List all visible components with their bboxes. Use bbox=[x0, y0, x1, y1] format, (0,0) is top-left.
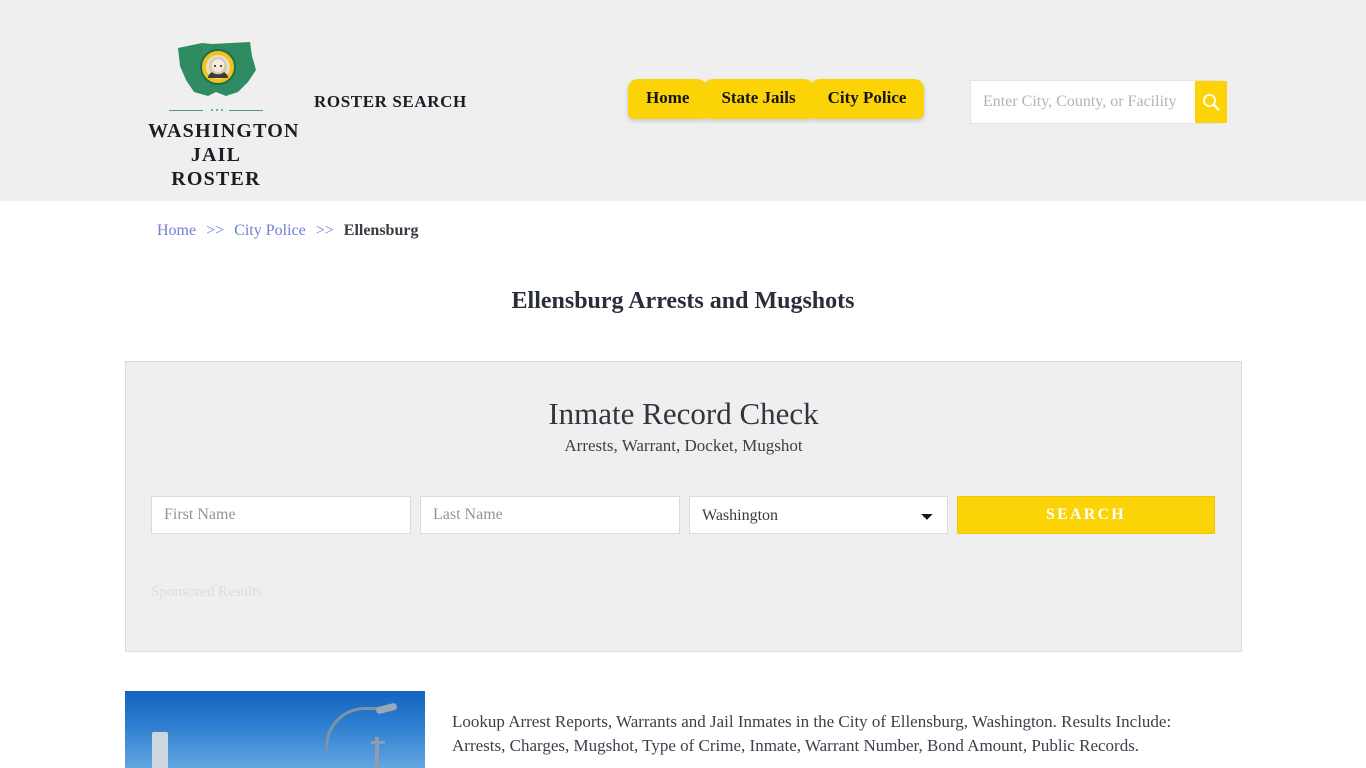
roadside-sign-icon bbox=[152, 732, 168, 768]
breadcrumb-current: Ellensburg bbox=[343, 222, 419, 239]
site-header: WASHINGTON JAIL ROSTER ROSTER SEARCH Hom… bbox=[0, 0, 1366, 201]
panel-subtitle: Arrests, Warrant, Docket, Mugshot bbox=[564, 436, 803, 455]
breadcrumb: Home >> City Police >> Ellensburg bbox=[157, 221, 418, 241]
breadcrumb-separator: >> bbox=[315, 222, 334, 239]
washington-state-seal-icon bbox=[172, 36, 260, 102]
header-search-input[interactable] bbox=[971, 81, 1195, 123]
main-navigation: Home State Jails City Police bbox=[628, 79, 925, 119]
street-lamp-head-icon bbox=[375, 702, 398, 715]
panel-title: Inmate Record Check bbox=[548, 396, 819, 431]
header-inner: WASHINGTON JAIL ROSTER ROSTER SEARCH Hom… bbox=[0, 0, 1366, 201]
roster-search-tagline: ROSTER SEARCH bbox=[314, 92, 467, 111]
page-title: Ellensburg Arrests and Mugshots bbox=[511, 288, 855, 315]
inmate-search-form: Washington SEARCH bbox=[151, 496, 1216, 534]
article-photo bbox=[125, 691, 425, 768]
sponsored-results-label: Sponsored Results bbox=[151, 584, 263, 600]
state-select[interactable]: Washington bbox=[689, 496, 948, 534]
nav-tab-home[interactable]: Home bbox=[628, 79, 708, 119]
search-icon bbox=[1203, 94, 1220, 111]
nav-tab-state-jails[interactable]: State Jails bbox=[703, 79, 814, 119]
breadcrumb-link-home[interactable]: Home bbox=[157, 222, 196, 239]
last-name-input[interactable] bbox=[420, 496, 680, 534]
inmate-record-check-panel: Inmate Record Check Arrests, Warrant, Do… bbox=[125, 361, 1242, 652]
brand-divider-icon bbox=[161, 106, 271, 115]
article-body: Lookup Arrest Reports, Warrants and Jail… bbox=[452, 712, 1172, 755]
search-submit-button[interactable]: SEARCH bbox=[957, 496, 1215, 534]
street-lamp-arm-icon bbox=[325, 707, 377, 751]
first-name-input[interactable] bbox=[151, 496, 411, 534]
breadcrumb-separator: >> bbox=[206, 222, 225, 239]
breadcrumb-link-city-police[interactable]: City Police bbox=[234, 222, 306, 239]
street-lamp-crossbar-icon bbox=[371, 741, 385, 744]
site-logo[interactable]: WASHINGTON JAIL ROSTER bbox=[148, 36, 298, 191]
nav-tab-city-police[interactable]: City Police bbox=[809, 79, 925, 119]
brand-name: WASHINGTON JAIL ROSTER bbox=[148, 119, 298, 191]
header-search bbox=[970, 80, 1227, 124]
brand-name-line2: JAIL ROSTER bbox=[171, 144, 261, 190]
header-search-button[interactable] bbox=[1195, 81, 1227, 123]
brand-name-line1: WASHINGTON bbox=[148, 120, 300, 142]
